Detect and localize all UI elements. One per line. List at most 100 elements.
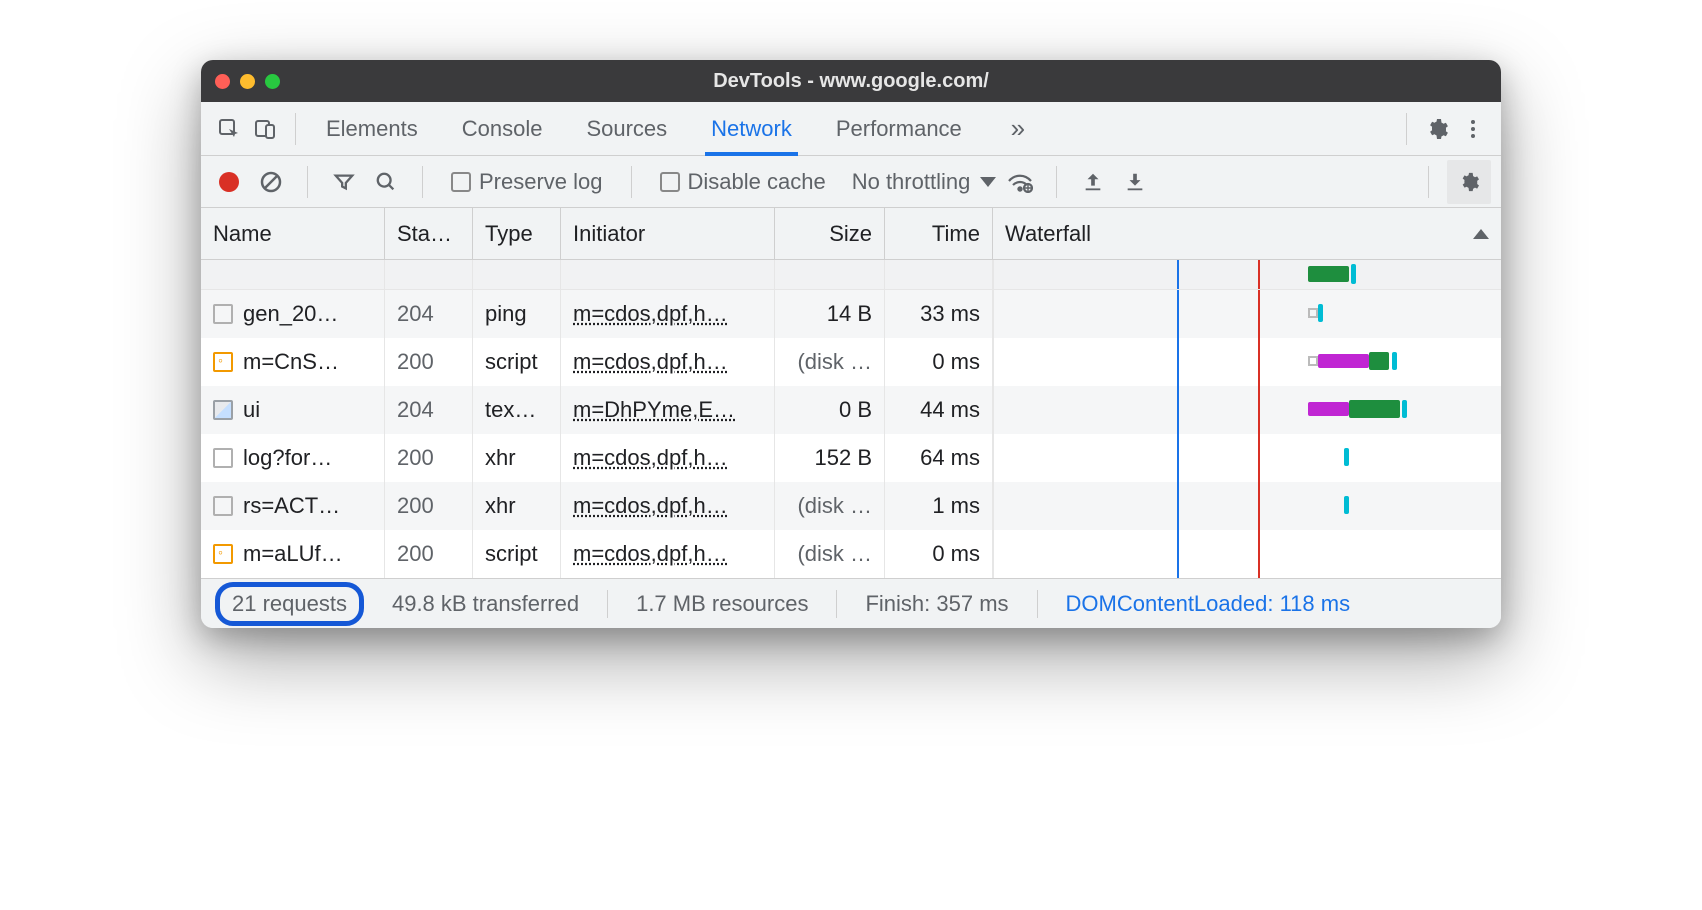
request-status: 200 bbox=[385, 338, 473, 386]
request-size: (disk … bbox=[775, 482, 885, 530]
file-type-icon bbox=[213, 400, 233, 420]
disable-cache-label: Disable cache bbox=[688, 169, 826, 195]
request-time: 64 ms bbox=[885, 434, 993, 482]
request-initiator[interactable]: m=cdos,dpf,h… bbox=[561, 290, 775, 338]
network-conditions-icon[interactable] bbox=[1002, 164, 1038, 200]
request-type: script bbox=[473, 530, 561, 578]
clear-button[interactable] bbox=[253, 164, 289, 200]
request-initiator[interactable]: m=cdos,dpf,h… bbox=[561, 530, 775, 578]
col-header-waterfall[interactable]: Waterfall bbox=[993, 208, 1501, 259]
panel-tabs: Elements Console Sources Network Perform… bbox=[320, 102, 1394, 156]
download-har-icon[interactable] bbox=[1117, 164, 1153, 200]
devtools-topbar: Elements Console Sources Network Perform… bbox=[201, 102, 1501, 156]
request-initiator[interactable]: m=cdos,dpf,h… bbox=[561, 482, 775, 530]
table-row[interactable]: log?for…200xhrm=cdos,dpf,h…152 B64 ms bbox=[201, 434, 1501, 482]
request-type: xhr bbox=[473, 434, 561, 482]
request-time: 1 ms bbox=[885, 482, 993, 530]
settings-gear-icon[interactable] bbox=[1419, 111, 1455, 147]
devtools-window: DevTools - www.google.com/ Elements Cons… bbox=[201, 60, 1501, 628]
dcl-line bbox=[1177, 530, 1179, 578]
file-type-icon bbox=[213, 352, 233, 372]
request-name: log?for… bbox=[243, 445, 332, 471]
transferred-size: 49.8 kB transferred bbox=[392, 591, 579, 617]
dom-content-loaded: DOMContentLoaded: 118 ms bbox=[1066, 591, 1351, 617]
col-header-initiator[interactable]: Initiator bbox=[561, 208, 775, 259]
file-type-icon bbox=[213, 304, 233, 324]
sort-arrow-icon bbox=[1473, 229, 1489, 239]
tab-network[interactable]: Network bbox=[705, 102, 798, 156]
preserve-log-label: Preserve log bbox=[479, 169, 603, 195]
col-header-type[interactable]: Type bbox=[473, 208, 561, 259]
record-button[interactable] bbox=[211, 164, 247, 200]
inspect-element-icon[interactable] bbox=[211, 111, 247, 147]
request-size: 0 B bbox=[775, 386, 885, 434]
preserve-log-checkbox[interactable]: Preserve log bbox=[451, 169, 603, 195]
request-status: 200 bbox=[385, 434, 473, 482]
request-status: 204 bbox=[385, 386, 473, 434]
request-name: m=CnS… bbox=[243, 349, 339, 375]
col-header-status[interactable]: Sta… bbox=[385, 208, 473, 259]
request-name: m=aLUf… bbox=[243, 541, 343, 567]
request-status: 200 bbox=[385, 530, 473, 578]
load-line bbox=[1258, 482, 1260, 530]
file-type-icon bbox=[213, 448, 233, 468]
request-status: 204 bbox=[385, 290, 473, 338]
load-line bbox=[1258, 434, 1260, 482]
more-tabs-icon[interactable]: » bbox=[1000, 111, 1036, 147]
request-name: ui bbox=[243, 397, 260, 423]
status-bar: 21 requests 49.8 kB transferred 1.7 MB r… bbox=[201, 578, 1501, 628]
search-icon[interactable] bbox=[368, 164, 404, 200]
close-window-button[interactable] bbox=[215, 74, 230, 89]
dcl-line bbox=[1177, 338, 1179, 386]
request-type: script bbox=[473, 338, 561, 386]
filter-icon[interactable] bbox=[326, 164, 362, 200]
table-row[interactable]: m=CnS…200scriptm=cdos,dpf,h…(disk …0 ms bbox=[201, 338, 1501, 386]
col-header-time[interactable]: Time bbox=[885, 208, 993, 259]
load-line bbox=[1258, 386, 1260, 434]
device-toggle-icon[interactable] bbox=[247, 111, 283, 147]
waterfall-cell bbox=[993, 482, 1501, 530]
tab-sources[interactable]: Sources bbox=[580, 102, 673, 156]
dcl-line bbox=[1177, 482, 1179, 530]
request-time: 33 ms bbox=[885, 290, 993, 338]
col-header-size[interactable]: Size bbox=[775, 208, 885, 259]
file-type-icon bbox=[213, 544, 233, 564]
table-row[interactable]: ui204tex…m=DhPYme,E…0 B44 ms bbox=[201, 386, 1501, 434]
waterfall-cell bbox=[993, 338, 1501, 386]
waterfall-cell bbox=[993, 386, 1501, 434]
finish-time: Finish: 357 ms bbox=[865, 591, 1008, 617]
col-header-name[interactable]: Name bbox=[201, 208, 385, 259]
throttling-value: No throttling bbox=[852, 169, 971, 195]
request-initiator[interactable]: m=DhPYme,E… bbox=[561, 386, 775, 434]
waterfall-cell bbox=[993, 530, 1501, 578]
tab-performance[interactable]: Performance bbox=[830, 102, 968, 156]
requests-count: 21 requests bbox=[215, 582, 364, 626]
request-size: 14 B bbox=[775, 290, 885, 338]
waterfall-cell bbox=[993, 290, 1501, 338]
upload-har-icon[interactable] bbox=[1075, 164, 1111, 200]
tab-console[interactable]: Console bbox=[456, 102, 549, 156]
table-header-row: Name Sta… Type Initiator Size Time Water… bbox=[201, 208, 1501, 260]
waterfall-cell bbox=[993, 434, 1501, 482]
maximize-window-button[interactable] bbox=[265, 74, 280, 89]
kebab-menu-icon[interactable] bbox=[1455, 111, 1491, 147]
load-line bbox=[1258, 530, 1260, 578]
network-settings-icon[interactable] bbox=[1447, 160, 1491, 204]
request-name: rs=ACT… bbox=[243, 493, 340, 519]
table-row[interactable]: m=aLUf…200scriptm=cdos,dpf,h…(disk …0 ms bbox=[201, 530, 1501, 578]
table-row[interactable]: rs=ACT…200xhrm=cdos,dpf,h…(disk …1 ms bbox=[201, 482, 1501, 530]
request-initiator[interactable]: m=cdos,dpf,h… bbox=[561, 338, 775, 386]
disable-cache-checkbox[interactable]: Disable cache bbox=[660, 169, 826, 195]
dropdown-caret-icon bbox=[980, 177, 996, 187]
request-initiator[interactable]: m=cdos,dpf,h… bbox=[561, 434, 775, 482]
waterfall-overview[interactable] bbox=[201, 260, 1501, 290]
tab-elements[interactable]: Elements bbox=[320, 102, 424, 156]
dcl-line bbox=[1177, 434, 1179, 482]
request-type: ping bbox=[473, 290, 561, 338]
dcl-line bbox=[1177, 290, 1179, 338]
minimize-window-button[interactable] bbox=[240, 74, 255, 89]
request-type: xhr bbox=[473, 482, 561, 530]
file-type-icon bbox=[213, 496, 233, 516]
table-row[interactable]: gen_20…204pingm=cdos,dpf,h…14 B33 ms bbox=[201, 290, 1501, 338]
throttling-dropdown[interactable]: No throttling bbox=[852, 169, 997, 195]
